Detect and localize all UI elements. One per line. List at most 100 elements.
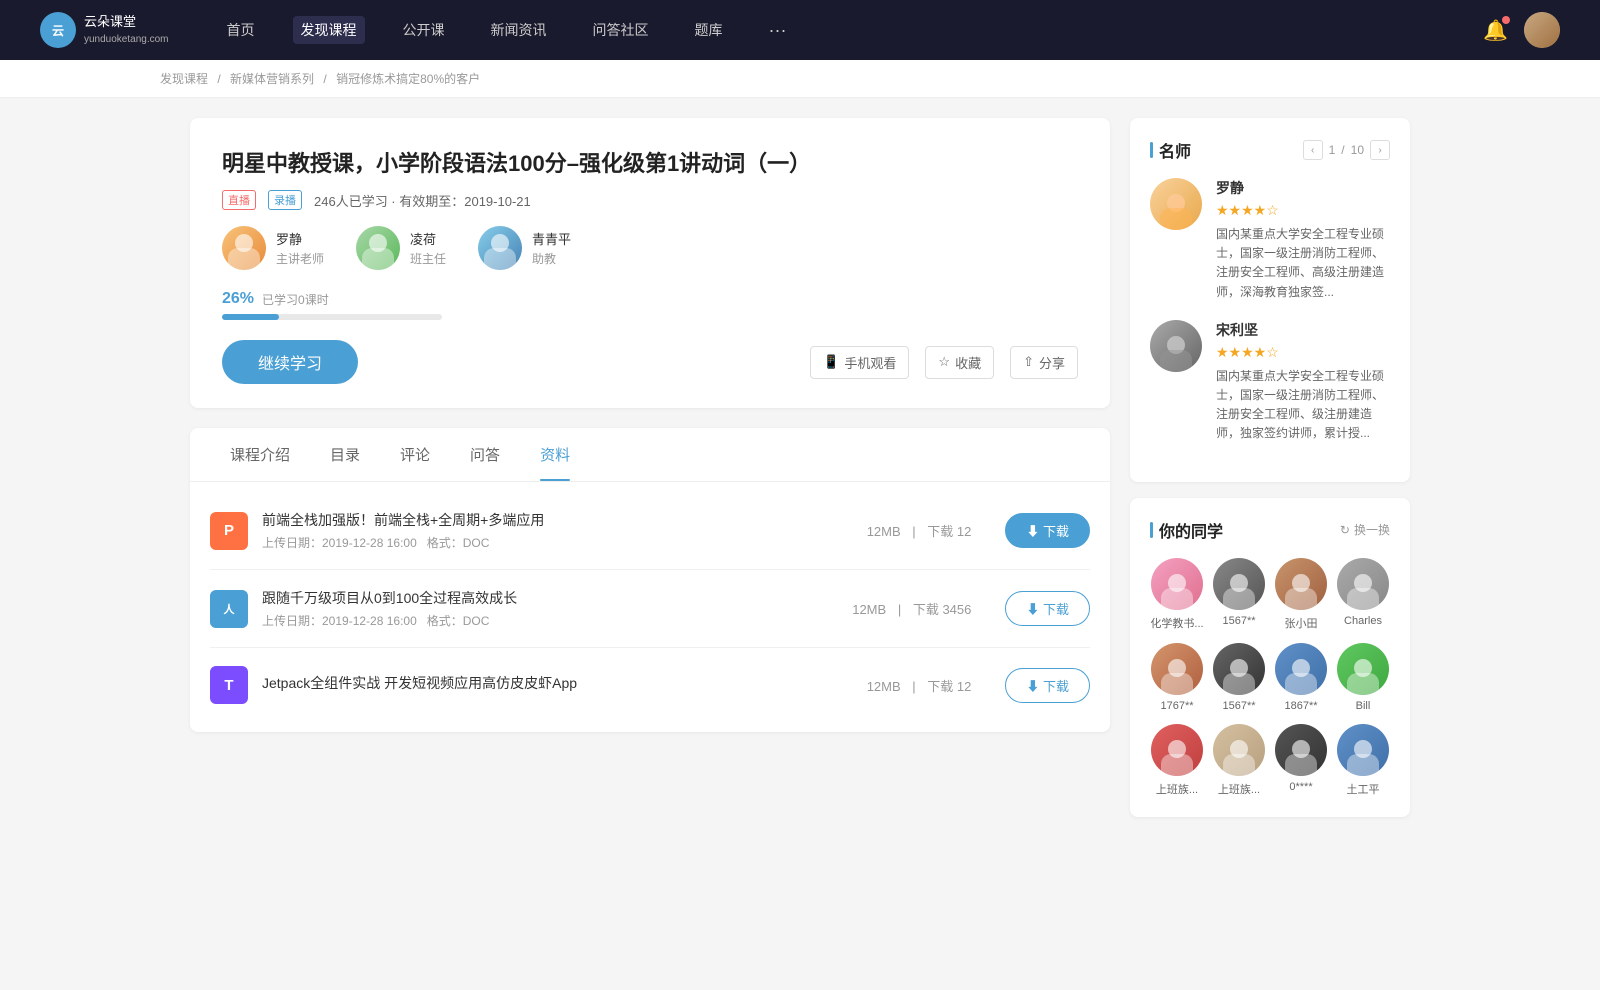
sidebar-teacher-1-name: 罗静	[1216, 178, 1390, 198]
refresh-classmates-btn[interactable]: ↻ 换一换	[1340, 521, 1390, 538]
badge-live: 直播	[222, 190, 256, 210]
classmate-avatar	[1275, 724, 1327, 776]
teacher-2: 凌荷 班主任	[356, 226, 446, 270]
classmate-item[interactable]: 0****	[1274, 724, 1328, 797]
notification-dot	[1502, 16, 1510, 24]
share-label: 分享	[1039, 353, 1065, 372]
teacher-3-role: 助教	[532, 250, 571, 267]
tab-review[interactable]: 评论	[380, 428, 450, 481]
classmate-item[interactable]: 1567**	[1212, 558, 1266, 631]
breadcrumb-current: 销冠修炼术搞定80%的客户	[336, 72, 480, 86]
nav-open-course[interactable]: 公开课	[395, 16, 453, 44]
collect-button[interactable]: ☆ 收藏	[925, 346, 994, 379]
progress-sub: 已学习0课时	[262, 291, 329, 308]
classmate-name: 上班族...	[1218, 781, 1260, 797]
classmate-avatar	[1275, 558, 1327, 610]
resource-icon-1: P	[210, 512, 248, 550]
classmate-item[interactable]: 土工平	[1336, 724, 1390, 797]
mobile-icon: 📱	[823, 354, 839, 370]
breadcrumb-discover[interactable]: 发现课程	[160, 72, 208, 86]
download-button-1[interactable]: ⬇ 下载	[1005, 513, 1090, 548]
classmate-item[interactable]: 1567**	[1212, 643, 1266, 712]
collect-label: 收藏	[955, 353, 981, 372]
classmate-item[interactable]: 1867**	[1274, 643, 1328, 712]
classmate-avatar	[1275, 643, 1327, 695]
download-button-2[interactable]: ⬇ 下载	[1005, 591, 1090, 626]
classmate-item[interactable]: 张小田	[1274, 558, 1328, 631]
nav-discover[interactable]: 发现课程	[293, 16, 365, 44]
classmate-avatar	[1151, 558, 1203, 610]
badge-recorded: 录播	[268, 190, 302, 210]
teacher-1-role: 主讲老师	[276, 250, 324, 267]
teachers-prev-btn[interactable]: ‹	[1303, 140, 1323, 160]
teacher-2-name: 凌荷	[410, 229, 446, 248]
classmate-name: 土工平	[1347, 781, 1380, 797]
share-button[interactable]: ⇧ 分享	[1010, 346, 1078, 379]
nav-more[interactable]: ···	[761, 16, 795, 45]
user-avatar[interactable]	[1524, 12, 1560, 48]
classmate-avatar	[1213, 558, 1265, 610]
classmate-name: Charles	[1344, 615, 1382, 627]
tab-qa[interactable]: 问答	[450, 428, 520, 481]
breadcrumb-series[interactable]: 新媒体营销系列	[230, 72, 314, 86]
classmates-grid: 化学教书... 1567** 张小田	[1150, 558, 1390, 797]
teachers-card-title: 名师	[1150, 138, 1191, 162]
classmate-name: 上班族...	[1156, 781, 1198, 797]
sidebar-teacher-1-stars: ★★★★☆	[1216, 202, 1390, 219]
classmate-item[interactable]: 1767**	[1150, 643, 1204, 712]
refresh-label: 换一换	[1354, 521, 1390, 538]
resource-stats-2: 12MB | 下载 3456	[852, 599, 971, 618]
classmate-item[interactable]: Bill	[1336, 643, 1390, 712]
classmate-name: 1567**	[1222, 700, 1255, 712]
classmate-avatar	[1151, 724, 1203, 776]
classmate-item[interactable]: 上班族...	[1212, 724, 1266, 797]
sidebar-teacher-2-avatar	[1150, 320, 1202, 372]
teacher-3-avatar	[478, 226, 522, 270]
sidebar-teacher-2-name: 宋利坚	[1216, 320, 1390, 340]
notification-bell[interactable]: 🔔	[1483, 18, 1508, 43]
sidebar-teacher-1: 罗静 ★★★★☆ 国内某重点大学安全工程专业硕士，国家一级注册消防工程师、注册安…	[1150, 178, 1390, 302]
tabs-container: 课程介绍 目录 评论 问答 资料 P 前端全栈加强版！前端全栈+全周期+多端应用…	[190, 428, 1110, 732]
right-sidebar: 名师 ‹ 1/10 › 罗静 ★★★★☆ 国内某重点大学安全工程专业硕士，国家一…	[1130, 118, 1410, 833]
nav-qa[interactable]: 问答社区	[585, 16, 657, 44]
nav-home[interactable]: 首页	[219, 16, 263, 44]
refresh-icon: ↻	[1340, 523, 1350, 537]
tabs-header: 课程介绍 目录 评论 问答 资料	[190, 428, 1110, 482]
tab-intro[interactable]: 课程介绍	[210, 428, 310, 481]
classmate-name: Bill	[1356, 700, 1371, 712]
teachers-next-btn[interactable]: ›	[1370, 140, 1390, 160]
classmate-item[interactable]: 化学教书...	[1150, 558, 1204, 631]
teachers-list: 罗静 主讲老师 凌荷 班主任	[222, 226, 1078, 270]
resource-name-2: 跟随千万级项目从0到100全过程高效成长	[262, 588, 838, 608]
course-actions: 继续学习 📱 手机观看 ☆ 收藏 ⇧ 分享	[222, 340, 1078, 384]
nav-exam[interactable]: 题库	[687, 16, 731, 44]
classmate-name: 1767**	[1160, 700, 1193, 712]
teacher-3-name: 青青平	[532, 229, 571, 248]
resource-info-1: 前端全栈加强版！前端全栈+全周期+多端应用 上传日期：2019-12-28 16…	[262, 510, 853, 551]
teachers-page-nav: ‹ 1/10 ›	[1303, 140, 1390, 160]
continue-learning-button[interactable]: 继续学习	[222, 340, 358, 384]
course-meta-text: 246人已学习 · 有效期至：2019-10-21	[314, 191, 531, 210]
progress-label: 26% 已学习0课时	[222, 290, 1078, 308]
teacher-1-avatar	[222, 226, 266, 270]
classmates-sidebar-card: 你的同学 ↻ 换一换 化学教书...	[1130, 498, 1410, 817]
teacher-3: 青青平 助教	[478, 226, 571, 270]
sidebar-teacher-2-info: 宋利坚 ★★★★☆ 国内某重点大学安全工程专业硕士，国家一级注册消防工程师、注册…	[1216, 320, 1390, 444]
resource-name-1: 前端全栈加强版！前端全栈+全周期+多端应用	[262, 510, 853, 530]
tab-catalog[interactable]: 目录	[310, 428, 380, 481]
resource-item: T Jetpack全组件实战 开发短视频应用高仿皮皮虾App 12MB | 下载…	[210, 648, 1090, 722]
classmate-avatar	[1213, 724, 1265, 776]
teacher-1: 罗静 主讲老师	[222, 226, 324, 270]
mobile-view-button[interactable]: 📱 手机观看	[810, 346, 909, 379]
resource-list: P 前端全栈加强版！前端全栈+全周期+多端应用 上传日期：2019-12-28 …	[190, 482, 1110, 732]
teachers-sidebar-card: 名师 ‹ 1/10 › 罗静 ★★★★☆ 国内某重点大学安全工程专业硕士，国家一…	[1130, 118, 1410, 482]
classmate-avatar	[1337, 643, 1389, 695]
logo[interactable]: 云 云朵课堂yunduoketang.com	[40, 12, 169, 48]
nav-news[interactable]: 新闻资讯	[483, 16, 555, 44]
classmate-avatar	[1337, 558, 1389, 610]
classmate-item[interactable]: Charles	[1336, 558, 1390, 631]
download-button-3[interactable]: ⬇ 下载	[1005, 668, 1090, 703]
classmate-item[interactable]: 上班族...	[1150, 724, 1204, 797]
resource-icon-2: 人	[210, 590, 248, 628]
tab-resources[interactable]: 资料	[520, 428, 590, 481]
